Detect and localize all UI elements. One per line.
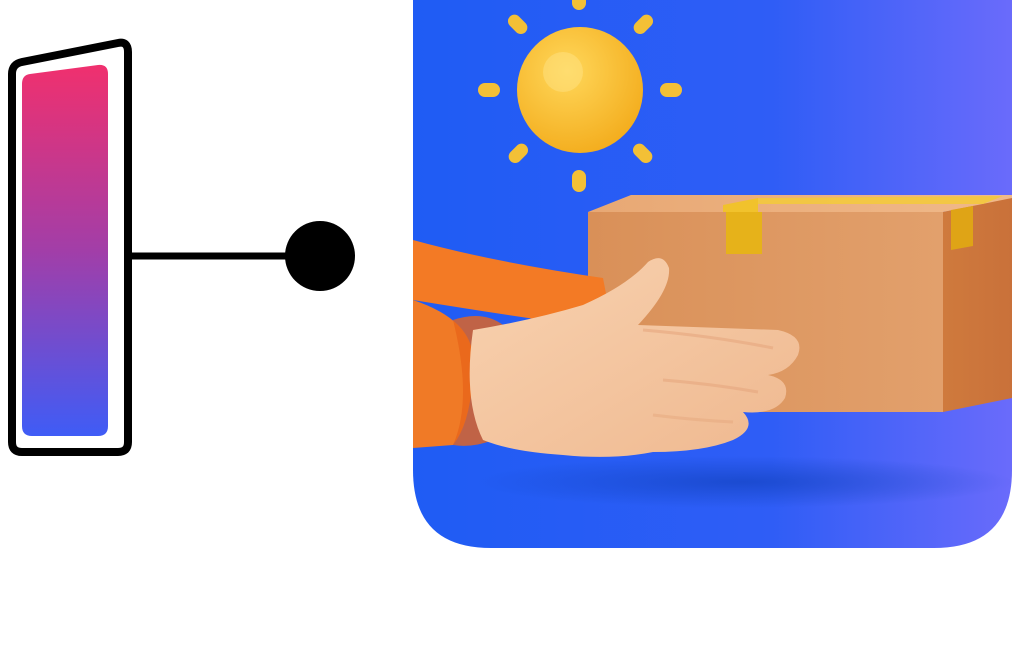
connector-dot-icon (285, 221, 355, 291)
phone-icon (8, 38, 132, 456)
delivery-app-icon (413, 0, 1012, 548)
ground-shadow (473, 456, 1012, 508)
phone-screen (22, 64, 108, 436)
phone-connector-graphic (8, 38, 355, 456)
illustration-canvas (0, 0, 1012, 666)
